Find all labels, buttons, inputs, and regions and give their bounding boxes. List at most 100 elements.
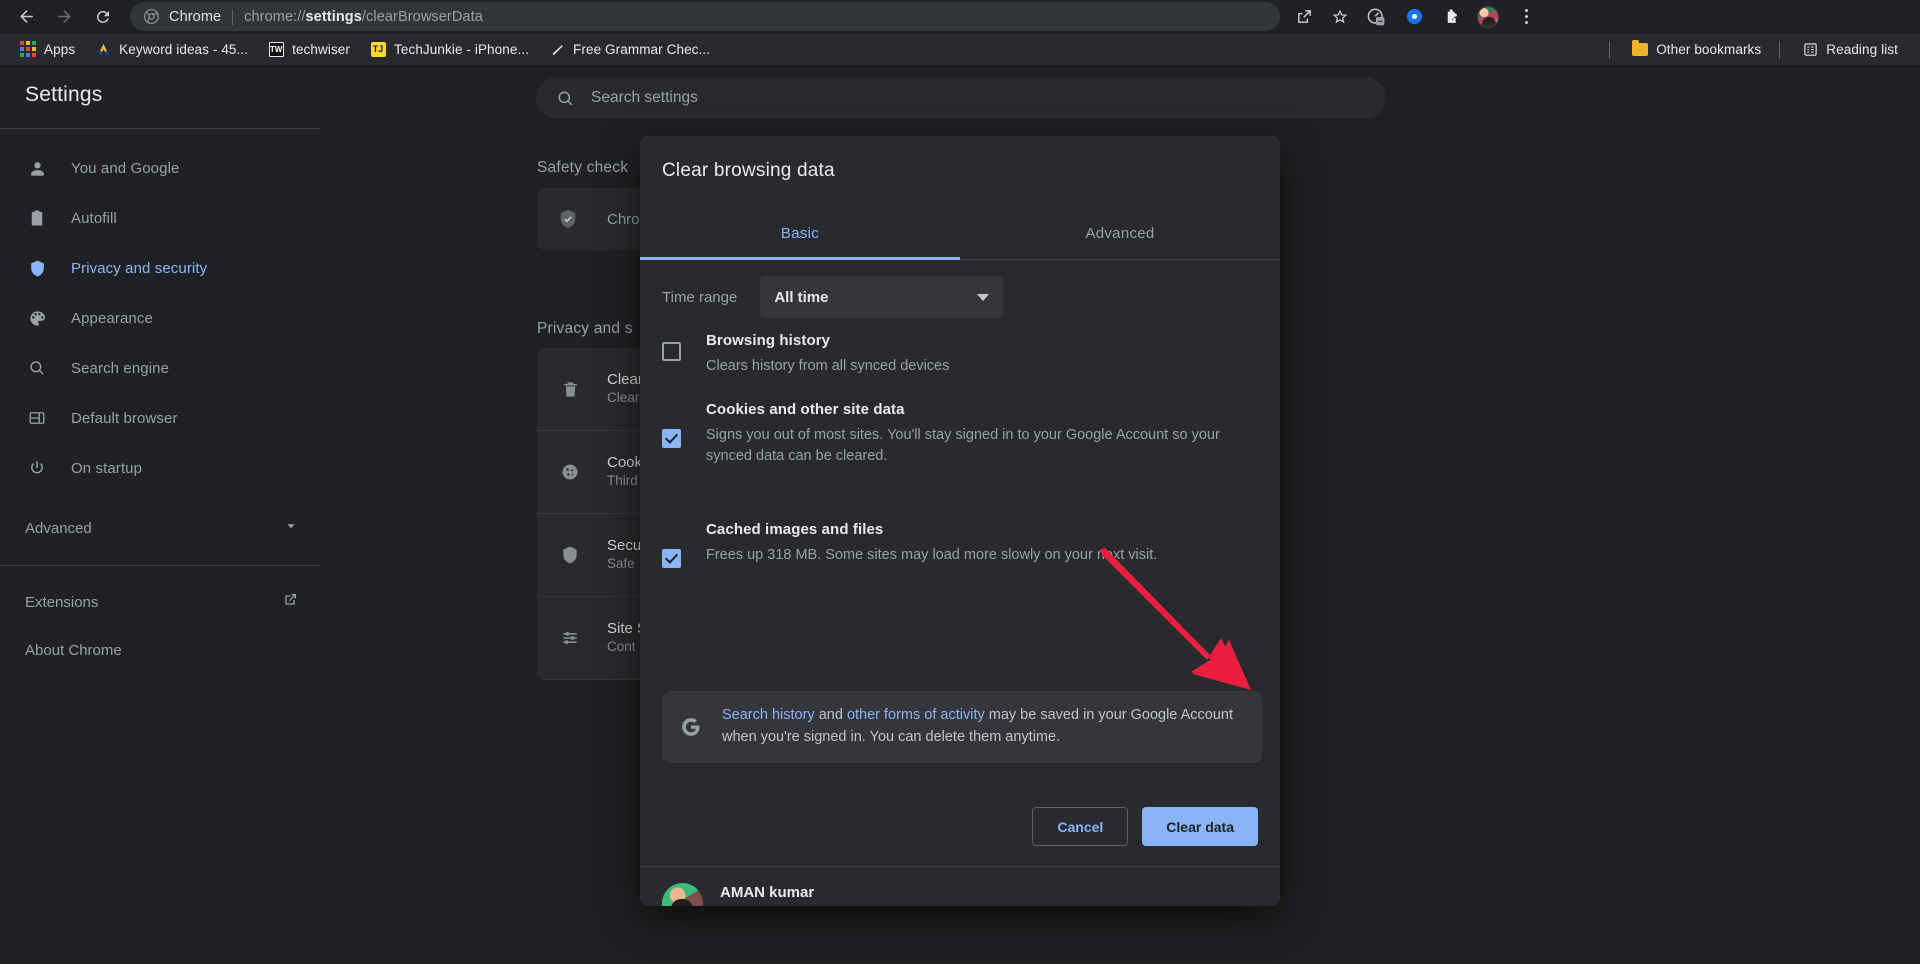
checkbox-cached-images[interactable]: [662, 549, 681, 568]
bookmarks-bar-right: Other bookmarks Reading list: [1609, 33, 1920, 66]
omnibox-divider: [232, 8, 234, 25]
dialog-tabs: Basic Advanced: [640, 208, 1280, 260]
time-range-select[interactable]: All time: [760, 276, 1004, 318]
checkbox-title-cookies: Cookies and other site data: [706, 401, 905, 418]
url-suffix: /clearBrowserData: [361, 8, 483, 25]
sidebar-item-advanced[interactable]: Advanced: [0, 503, 320, 553]
sidebar-item-autofill[interactable]: Autofill: [0, 193, 320, 243]
tj-icon: TJ: [370, 41, 386, 57]
profile-avatar-button[interactable]: [1472, 0, 1504, 33]
checkbox-browsing-history[interactable]: [662, 342, 681, 361]
checkbox-body: Cookies and other site data Signs you ou…: [706, 401, 1251, 467]
sidebar-item-about-chrome[interactable]: About Chrome: [0, 626, 320, 674]
sidebar-item-you-and-google[interactable]: You and Google: [0, 143, 320, 193]
google-info-text: Search history and other forms of activi…: [722, 705, 1244, 749]
search-icon: [25, 359, 49, 377]
bookmarks-divider-2: [1779, 40, 1781, 59]
sidebar-label-appearance: Appearance: [71, 309, 153, 327]
chrome-menu-icon: [1524, 9, 1528, 24]
settings-row-sub: Third: [607, 473, 638, 488]
search-settings-input[interactable]: Search settings: [536, 77, 1386, 119]
browser-toolbar: Chrome chrome://settings/clearBrowserDat…: [0, 0, 1920, 33]
ahrefs-icon: [95, 41, 111, 57]
omnibox-app-name: Chrome: [169, 8, 222, 25]
power-icon: [25, 459, 49, 477]
sidebar-item-default-browser[interactable]: Default browser: [0, 393, 320, 443]
extensions-button[interactable]: [1436, 0, 1468, 33]
settings-sidebar: You and Google Autofill Privacy and secu…: [0, 128, 320, 964]
apps-grid-icon: [20, 41, 36, 57]
checkbox-sub-cookies: Signs you out of most sites. You'll stay…: [706, 427, 1220, 465]
browser-window-icon: [25, 409, 49, 427]
checkbox-cookies[interactable]: [662, 429, 681, 448]
checkbox-body: Cached images and files Frees up 318 MB.…: [706, 521, 1157, 568]
bookmark-item-techwiser[interactable]: TW techwiser: [260, 37, 358, 61]
chevron-down-icon: [284, 519, 298, 537]
arrow-left-icon: [20, 10, 33, 23]
privacy-heading: Privacy and s: [537, 320, 633, 337]
blue-extension-icon: [1406, 8, 1422, 25]
shield-check-icon: [557, 208, 581, 230]
checkbox-title-browsing-history: Browsing history: [706, 332, 831, 349]
reload-button[interactable]: [86, 0, 119, 33]
shield-icon: [557, 545, 583, 565]
clear-data-button[interactable]: Clear data: [1142, 807, 1258, 846]
trash-icon: [557, 380, 583, 399]
account-text: AMAN kumar Syncing to kraman19999@gmail.…: [720, 884, 961, 906]
sidebar-item-search-engine[interactable]: Search engine: [0, 343, 320, 393]
reading-list-icon: [1802, 42, 1818, 58]
sidebar-label-privacy-and-security: Privacy and security: [71, 259, 208, 277]
bookmark-item-keyword-ideas[interactable]: Keyword ideas - 45...: [87, 37, 256, 61]
checkbox-row-browsing-history[interactable]: Browsing history Clears history from all…: [662, 332, 1262, 377]
forward-button[interactable]: [48, 0, 81, 33]
checkbox-sub-browsing-history: Clears history from all synced devices: [706, 358, 950, 374]
reading-list-button[interactable]: Reading list: [1794, 38, 1906, 62]
share-button[interactable]: [1288, 0, 1320, 33]
chevron-down-icon: [977, 293, 990, 301]
arrow-right-icon: [58, 10, 71, 23]
other-forms-of-activity-link[interactable]: other forms of activity: [847, 707, 985, 723]
share-icon: [1297, 10, 1311, 23]
chrome-logo-icon: [144, 9, 159, 24]
url-emphasis: settings: [305, 8, 362, 25]
bookmark-label-techjunkie: TechJunkie - iPhone...: [394, 41, 530, 57]
tab-basic[interactable]: Basic: [640, 208, 960, 260]
bookmark-item-grammarly[interactable]: Free Grammar Chec...: [541, 37, 718, 61]
checkbox-row-cached-images[interactable]: Cached images and files Frees up 318 MB.…: [662, 521, 1262, 568]
sidebar-label-default-browser: Default browser: [71, 409, 178, 427]
blue-extension-button[interactable]: [1398, 0, 1430, 33]
sidebar-item-on-startup[interactable]: On startup: [0, 443, 320, 493]
sidebar-divider: [0, 565, 320, 566]
checkbox-sub-cached-images: Frees up 318 MB. Some sites may load mor…: [706, 547, 1158, 563]
account-name: AMAN kumar: [720, 884, 815, 901]
profile-avatar: [1477, 5, 1499, 28]
sidebar-item-appearance[interactable]: Appearance: [0, 293, 320, 343]
cancel-button[interactable]: Cancel: [1032, 807, 1129, 846]
speedtest-extension-button[interactable]: [1360, 0, 1392, 33]
clear-browsing-data-dialog: Clear browsing data Basic Advanced Time …: [640, 136, 1280, 906]
checkbox-row-cookies[interactable]: Cookies and other site data Signs you ou…: [662, 401, 1262, 467]
search-history-link[interactable]: Search history: [722, 707, 815, 723]
bookmark-item-techjunkie[interactable]: TJ TechJunkie - iPhone...: [362, 37, 537, 61]
dialog-account-row: ↻ AMAN kumar Syncing to kraman19999@gmai…: [640, 866, 1280, 906]
bookmark-label-techwiser: techwiser: [292, 41, 351, 57]
sidebar-item-privacy-and-security[interactable]: Privacy and security: [0, 243, 320, 293]
bookmark-label-apps: Apps: [44, 41, 76, 57]
address-bar[interactable]: Chrome chrome://settings/clearBrowserDat…: [130, 2, 1280, 31]
back-button[interactable]: [10, 0, 43, 33]
settings-row-body: Secu Safe: [607, 537, 641, 573]
time-range-row: Time range All time: [662, 276, 1262, 318]
other-bookmarks-button[interactable]: Other bookmarks: [1624, 38, 1769, 62]
palette-icon: [25, 309, 49, 328]
settings-header: Settings Search settings: [0, 66, 1920, 128]
sidebar-item-extensions[interactable]: Extensions: [0, 578, 320, 626]
tab-advanced[interactable]: Advanced: [960, 208, 1280, 259]
bookmarks-divider: [1609, 40, 1611, 59]
search-settings-placeholder: Search settings: [591, 89, 698, 106]
grammarly-icon: [549, 41, 565, 57]
chrome-menu-button[interactable]: [1510, 0, 1542, 33]
sidebar-label-on-startup: On startup: [71, 459, 143, 477]
bookmark-item-apps[interactable]: Apps: [12, 37, 83, 61]
bookmark-star-button[interactable]: [1324, 0, 1356, 33]
dialog-title: Clear browsing data: [662, 160, 835, 181]
